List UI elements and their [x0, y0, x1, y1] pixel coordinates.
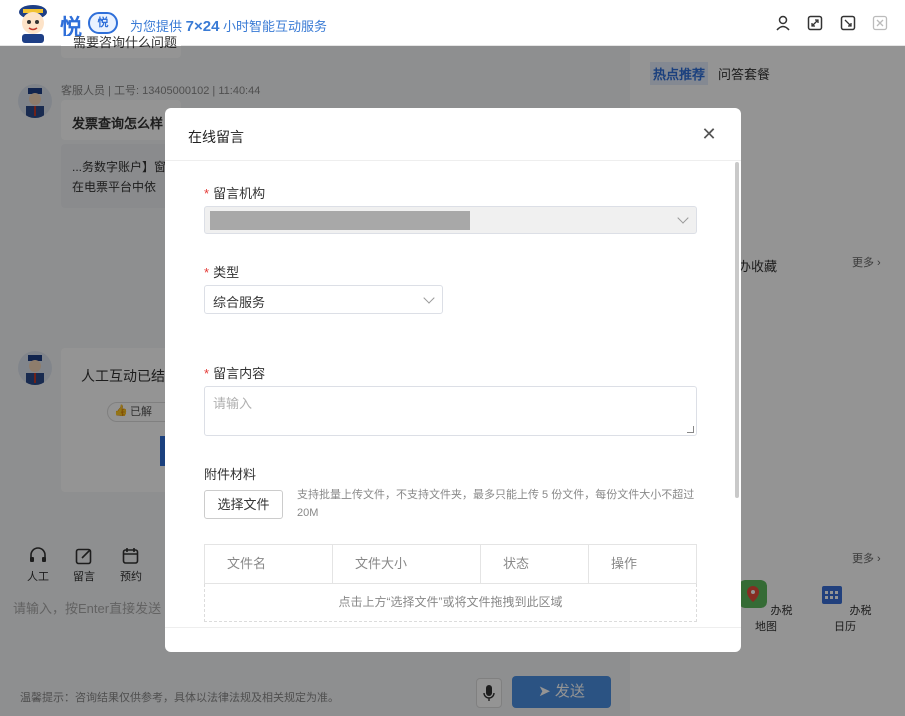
file-table: 文件名 文件大小 状态 操作 点击上方“选择文件”或将文件拖拽到此区域 — [204, 544, 697, 622]
type-select[interactable]: 综合服务 — [204, 285, 443, 314]
close-icon[interactable]: ✕ — [699, 124, 719, 144]
content-label: * 留言内容 — [204, 366, 266, 381]
close-window-icon[interactable] — [870, 13, 890, 33]
minimize-icon[interactable] — [838, 13, 858, 33]
dialog-header: 在线留言 ✕ — [165, 108, 741, 161]
redacted-value — [210, 211, 470, 230]
content-placeholder: 请输入 — [213, 396, 253, 411]
file-table-header: 文件名 文件大小 状态 操作 — [204, 544, 697, 584]
resize-handle[interactable] — [687, 426, 694, 433]
attachment-label: 附件材料 — [204, 467, 257, 482]
brand-badge: 悦 — [88, 12, 118, 34]
chevron-down-icon — [423, 291, 435, 304]
user-icon[interactable] — [773, 13, 793, 33]
org-select[interactable] — [204, 206, 697, 234]
content-textarea[interactable]: 请输入 — [204, 386, 697, 436]
maximize-icon[interactable] — [805, 13, 825, 33]
dialog-body: * 留言机构 * 类型 综合服务 * 留言内容 请输入 附件材料 选择文件 支持批量上… — [165, 161, 741, 627]
chevron-down-icon — [677, 212, 689, 224]
footer-divider — [165, 627, 741, 628]
column-header: 操作 — [611, 556, 638, 571]
type-label: * 类型 — [204, 265, 240, 280]
column-header: 状态 — [481, 545, 589, 583]
org-label: * 留言机构 — [204, 186, 266, 201]
file-hint: 支持批量上传文件，不支持文件夹，最多只能上传 5 份文件，每份文件大小不超过20… — [297, 489, 695, 519]
drop-zone[interactable]: 点击上方“选择文件”或将文件拖拽到此区域 — [204, 584, 697, 622]
dialog-title: 在线留言 — [188, 129, 244, 145]
column-header: 文件大小 — [333, 545, 481, 583]
online-message-dialog: 在线留言 ✕ * 留言机构 * 类型 综合服务 * 留言内容 请输入 附件材料 选择文… — [165, 108, 741, 652]
mascot-logo — [19, 5, 47, 43]
choose-file-button[interactable]: 选择文件 — [204, 490, 283, 519]
type-select-value: 综合服务 — [213, 295, 266, 310]
column-header: 文件名 — [205, 545, 333, 583]
